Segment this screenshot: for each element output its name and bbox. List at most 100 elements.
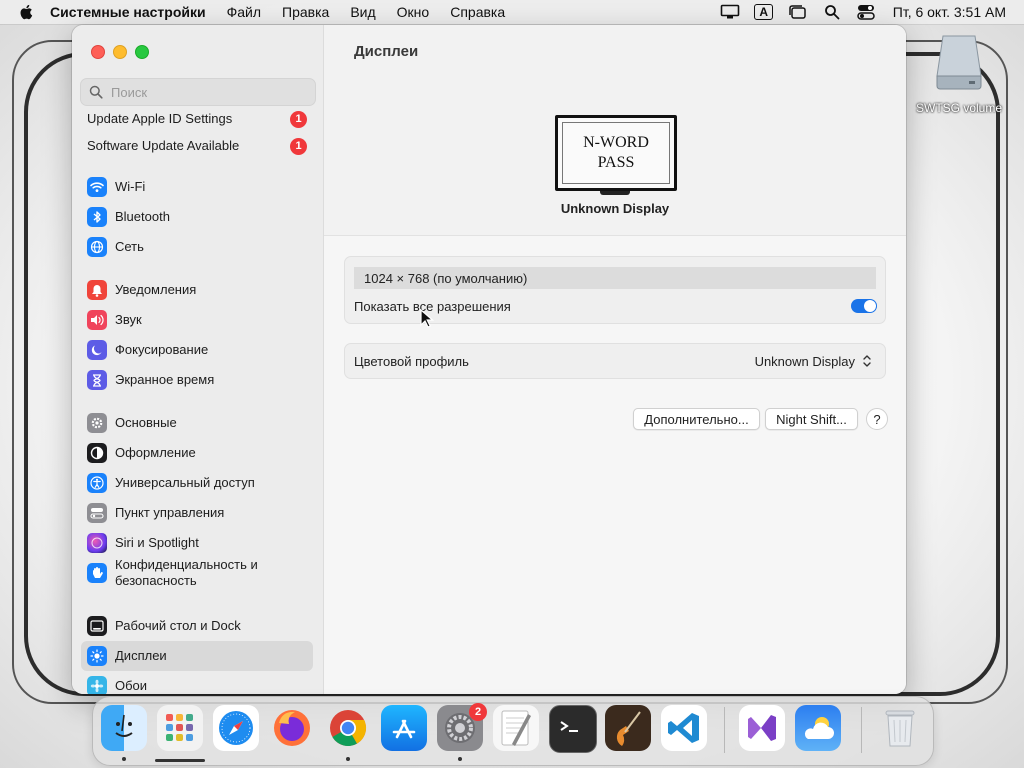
spotlight-search-icon[interactable] <box>821 3 843 21</box>
dock-icon <box>87 616 107 636</box>
bluetooth-icon <box>87 207 107 227</box>
notification-badge: 1 <box>290 137 307 155</box>
sidebar-item-notifications[interactable]: Уведомления <box>81 275 313 305</box>
chrome-icon[interactable] <box>325 705 371 751</box>
search-icon <box>89 85 103 99</box>
sidebar-item-privacy[interactable]: Конфиденциальность и безопасность <box>81 555 313 591</box>
sidebar-item-displays[interactable]: Дисплеи <box>81 641 313 671</box>
minimize-button[interactable] <box>113 45 127 59</box>
sidebar-item-bluetooth[interactable]: Bluetooth <box>81 202 313 232</box>
sidebar-item-label: Дисплеи <box>115 648 167 663</box>
desktop-drive[interactable]: SWTSG volume <box>914 32 1004 115</box>
sidebar-item-label: Основные <box>115 415 177 430</box>
menu-app-name[interactable]: Системные настройки <box>50 4 206 20</box>
advanced-button[interactable]: Дополнительно... <box>633 408 760 430</box>
sidebar-item-appearance[interactable]: Оформление <box>81 438 313 468</box>
sidebar-item-accessibility[interactable]: Универсальный доступ <box>81 468 313 498</box>
garageband-icon[interactable] <box>605 705 651 751</box>
resolution-option[interactable]: 1024 × 768 (по умолчанию) <box>354 267 876 289</box>
control-center-tray-icon[interactable] <box>855 3 877 21</box>
close-button[interactable] <box>91 45 105 59</box>
system-settings-window: Update Apple ID Settings 1 Software Upda… <box>72 25 906 694</box>
visual-studio-icon[interactable] <box>739 705 785 751</box>
display-mirror-icon[interactable] <box>719 3 741 21</box>
weather-icon[interactable] <box>795 705 841 751</box>
toggle-knob <box>864 300 876 312</box>
color-profile-group: Цветовой профиль Unknown Display <box>344 343 886 379</box>
safari-icon[interactable] <box>213 705 259 751</box>
sidebar-item-label: Звук <box>115 312 142 327</box>
input-source-icon[interactable]: A <box>753 3 775 21</box>
running-indicator <box>122 757 126 761</box>
hand-icon <box>87 563 107 583</box>
drive-label: SWTSG volume <box>915 101 1002 115</box>
sidebar-item-label: Bluetooth <box>115 209 170 224</box>
menu-clock[interactable]: Пт, 6 окт. 3:51 AM <box>893 4 1006 20</box>
menu-edit[interactable]: Правка <box>282 4 329 20</box>
menu-window[interactable]: Окно <box>397 4 430 20</box>
sidebar-item-network[interactable]: Сеть <box>81 232 313 262</box>
sidebar-item-label: Универсальный доступ <box>115 475 255 490</box>
window-controls <box>91 45 149 59</box>
sidebar-item-screen-time[interactable]: Экранное время <box>81 365 313 395</box>
notification-badge: 1 <box>290 111 307 128</box>
sidebar-item-focus[interactable]: Фокусирование <box>81 335 313 365</box>
terminal-icon[interactable] <box>549 705 597 753</box>
app-store-icon[interactable] <box>381 705 427 751</box>
sidebar-item-label: Update Apple ID Settings <box>87 111 233 126</box>
siri-icon <box>87 533 107 553</box>
sidebar-item-label: Уведомления <box>115 282 197 297</box>
menu-file[interactable]: Файл <box>227 4 261 20</box>
sidebar-item-sound[interactable]: Звук <box>81 305 313 335</box>
help-button[interactable]: ? <box>866 408 888 430</box>
show-all-resolutions-toggle[interactable] <box>851 299 877 313</box>
chevron-updown-icon[interactable] <box>862 353 872 369</box>
sidebar-item-desktop-dock[interactable]: Рабочий стол и Dock <box>81 611 313 641</box>
trash-icon[interactable] <box>877 705 923 751</box>
color-profile-value[interactable]: Unknown Display <box>755 354 855 369</box>
night-shift-button[interactable]: Night Shift... <box>765 408 858 430</box>
dock: 2 <box>92 696 934 766</box>
sidebar-item-wifi[interactable]: Wi-Fi <box>81 172 313 202</box>
bell-icon <box>87 280 107 300</box>
sidebar-item-software-update[interactable]: Software Update Available 1 <box>81 131 313 161</box>
monitor-text-line1: N-WORD <box>583 134 649 151</box>
monitor-preview: N-WORD PASS <box>555 115 677 191</box>
search-input[interactable] <box>109 83 303 101</box>
menu-bar-tray: A Пт, 6 окт. 3:51 AM <box>719 3 1024 21</box>
sidebar-item-label: Фокусирование <box>115 342 209 357</box>
sidebar-item-wallpaper[interactable]: Обои <box>81 671 313 694</box>
page-title: Дисплеи <box>354 43 419 60</box>
vscode-icon[interactable] <box>661 705 707 751</box>
firefox-icon[interactable] <box>269 705 315 751</box>
menu-view[interactable]: Вид <box>350 4 375 20</box>
textedit-icon[interactable] <box>493 705 539 751</box>
apple-menu-icon[interactable] <box>18 3 36 21</box>
zoom-button[interactable] <box>135 45 149 59</box>
launchpad-icon[interactable] <box>157 705 203 751</box>
sun-icon <box>87 646 107 666</box>
sidebar-item-control-center[interactable]: Пункт управления <box>81 498 313 528</box>
monitor-stand <box>600 191 630 195</box>
display-thumbnail[interactable]: N-WORD PASS <box>555 115 677 195</box>
display-name: Unknown Display <box>560 201 670 216</box>
sidebar-item-label: Рабочий стол и Dock <box>115 618 241 633</box>
menu-help[interactable]: Справка <box>450 4 505 20</box>
hourglass-icon <box>87 370 107 390</box>
resolution-label: 1024 × 768 (по умолчанию) <box>364 270 528 286</box>
dock-separator <box>861 707 862 753</box>
running-indicator <box>458 757 462 761</box>
stage-manager-icon[interactable] <box>787 3 809 21</box>
sidebar-list: Update Apple ID Settings 1 Software Upda… <box>72 111 323 694</box>
color-profile-label: Цветовой профиль <box>354 354 469 369</box>
sidebar-item-label: Siri и Spotlight <box>115 535 199 550</box>
sidebar-item-siri[interactable]: Siri и Spotlight <box>81 528 313 558</box>
system-settings-badge: 2 <box>469 703 487 721</box>
search-field[interactable] <box>80 78 316 106</box>
finder-icon[interactable] <box>101 705 147 751</box>
moon-icon <box>87 340 107 360</box>
sidebar-item-label: Software Update Available <box>87 138 240 153</box>
sidebar-item-general[interactable]: Основные <box>81 408 313 438</box>
launchpad-indicator <box>155 759 205 762</box>
menu-bar: Системные настройки Файл Правка Вид Окно… <box>0 0 1024 24</box>
